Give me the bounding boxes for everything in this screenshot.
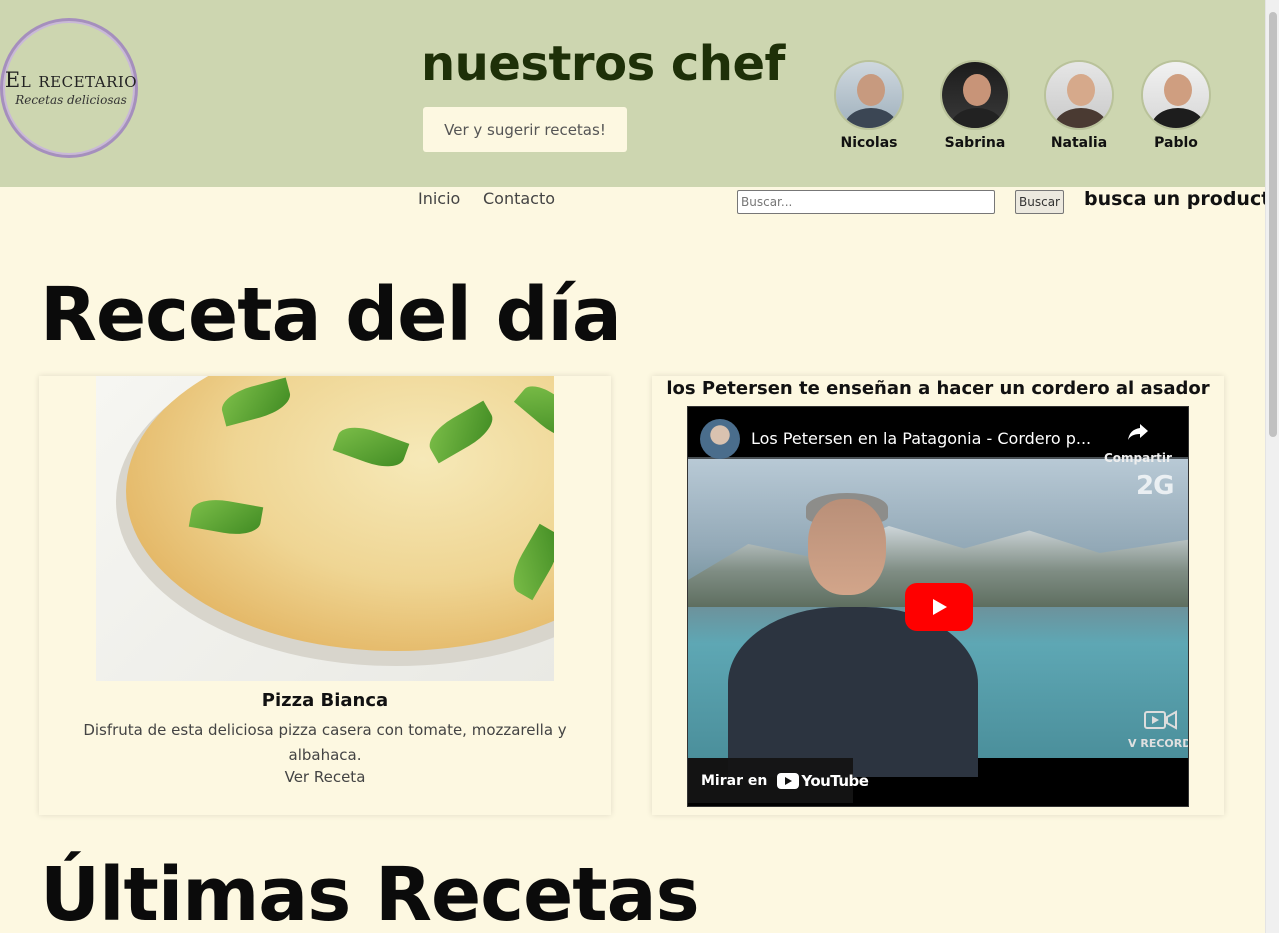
page-scrollbar[interactable] [1265, 0, 1279, 933]
scrollbar-thumb[interactable] [1269, 12, 1277, 437]
search-button[interactable]: Buscar [1015, 190, 1064, 214]
suggest-recipes-button[interactable]: Ver y sugerir recetas! [423, 107, 627, 152]
site-header: El recetario Recetas deliciosas nuestros… [0, 0, 1265, 187]
video-card: los Petersen te enseñan a hacer un corde… [652, 376, 1224, 815]
nav-link-inicio[interactable]: Inicio [418, 189, 460, 208]
video-heading: los Petersen te enseñan a hacer un corde… [666, 378, 1210, 399]
recipe-name: Pizza Bianca [261, 690, 389, 711]
chef-avatar [1141, 60, 1211, 130]
latest-recipes-title: Últimas Recetas [40, 852, 700, 933]
chef-name: Sabrina [944, 135, 1006, 151]
person-head [808, 499, 886, 595]
play-icon [933, 599, 947, 615]
youtube-wordmark: YouTube [801, 771, 869, 790]
chefs-title: nuestros chef [421, 36, 785, 92]
share-icon[interactable] [1126, 419, 1150, 443]
recorder-label: V RECORDE [1128, 737, 1188, 750]
recorder-icon [1144, 710, 1177, 730]
recipe-image[interactable] [96, 376, 554, 681]
chef-card-pablo[interactable]: Pablo [1140, 60, 1212, 151]
person-body [728, 607, 978, 777]
recipe-description: Disfruta de esta deliciosa pizza casera … [83, 721, 567, 764]
chef-card-sabrina[interactable]: Sabrina [939, 60, 1011, 151]
chef-card-nicolas[interactable]: Nicolas [833, 60, 905, 151]
youtube-logo-icon: YouTube [777, 771, 869, 790]
logo-subtitle: Recetas deliciosas [15, 92, 127, 107]
youtube-embed[interactable]: Los Petersen en la Patagonia - Cordero p… [687, 406, 1189, 807]
youtube-play-icon [777, 772, 800, 789]
chef-name: Natalia [1050, 135, 1108, 151]
recipe-card: Pizza Bianca Disfruta de esta deliciosa … [39, 376, 611, 815]
search-label: busca un producto [1084, 188, 1279, 210]
chef-card-natalia[interactable]: Natalia [1043, 60, 1115, 151]
view-recipe-link[interactable]: Ver Receta [39, 768, 611, 786]
channel-avatar[interactable] [700, 419, 740, 459]
search-input[interactable] [737, 190, 995, 214]
watch-on-youtube[interactable]: Mirar en YouTube [688, 758, 869, 803]
share-label[interactable]: Compartir [1104, 451, 1172, 465]
watch-label: Mirar en [701, 772, 768, 789]
logo-title: El recetario [4, 67, 138, 92]
chef-avatar [940, 60, 1010, 130]
channel-watermark: 2G [1136, 471, 1174, 501]
recipe-of-day-title: Receta del día [40, 272, 622, 358]
chef-name: Pablo [1154, 135, 1198, 151]
chef-avatar [1044, 60, 1114, 130]
chef-avatar [834, 60, 904, 130]
play-button[interactable] [905, 583, 973, 631]
nav-link-contacto[interactable]: Contacto [483, 189, 555, 208]
chef-name: Nicolas [840, 135, 898, 151]
video-title[interactable]: Los Petersen en la Patagonia - Cordero p… [751, 429, 1091, 448]
site-logo[interactable]: El recetario Recetas deliciosas [0, 18, 138, 158]
